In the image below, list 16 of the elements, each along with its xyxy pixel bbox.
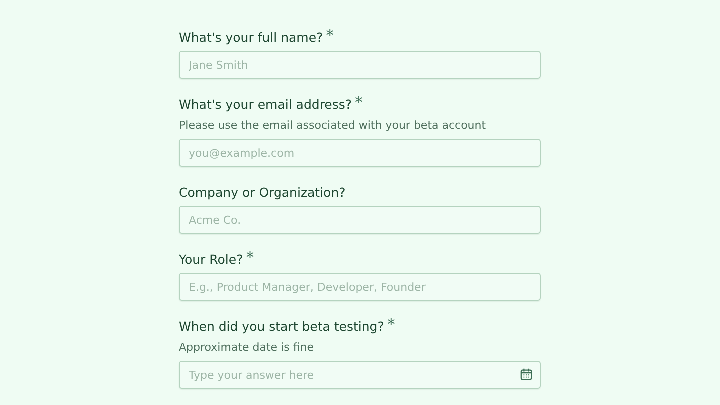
field-label: Company or Organization? [179, 184, 346, 202]
field-label: What's your email address? [179, 96, 352, 114]
field-label: What's your full name? [179, 29, 324, 47]
field-label: When did you start beta testing? [179, 318, 384, 336]
field-hint: Please use the email associated with your beta account [179, 118, 488, 134]
required-mark: * [387, 318, 396, 332]
required-mark: * [326, 29, 334, 43]
calendar-icon[interactable] [520, 368, 533, 381]
date-field[interactable]: Type your answer here [179, 361, 541, 389]
input-field[interactable]: you@example.com [179, 139, 541, 167]
input-field[interactable]: E.g., Product Manager, Developer, Founder [179, 273, 541, 301]
field-hint: Approximate date is fine [179, 340, 316, 356]
input-field[interactable]: Acme Co. [179, 206, 541, 234]
required-mark: * [246, 251, 254, 265]
field-label: Your Role? [179, 251, 244, 269]
required-mark: * [355, 96, 364, 110]
